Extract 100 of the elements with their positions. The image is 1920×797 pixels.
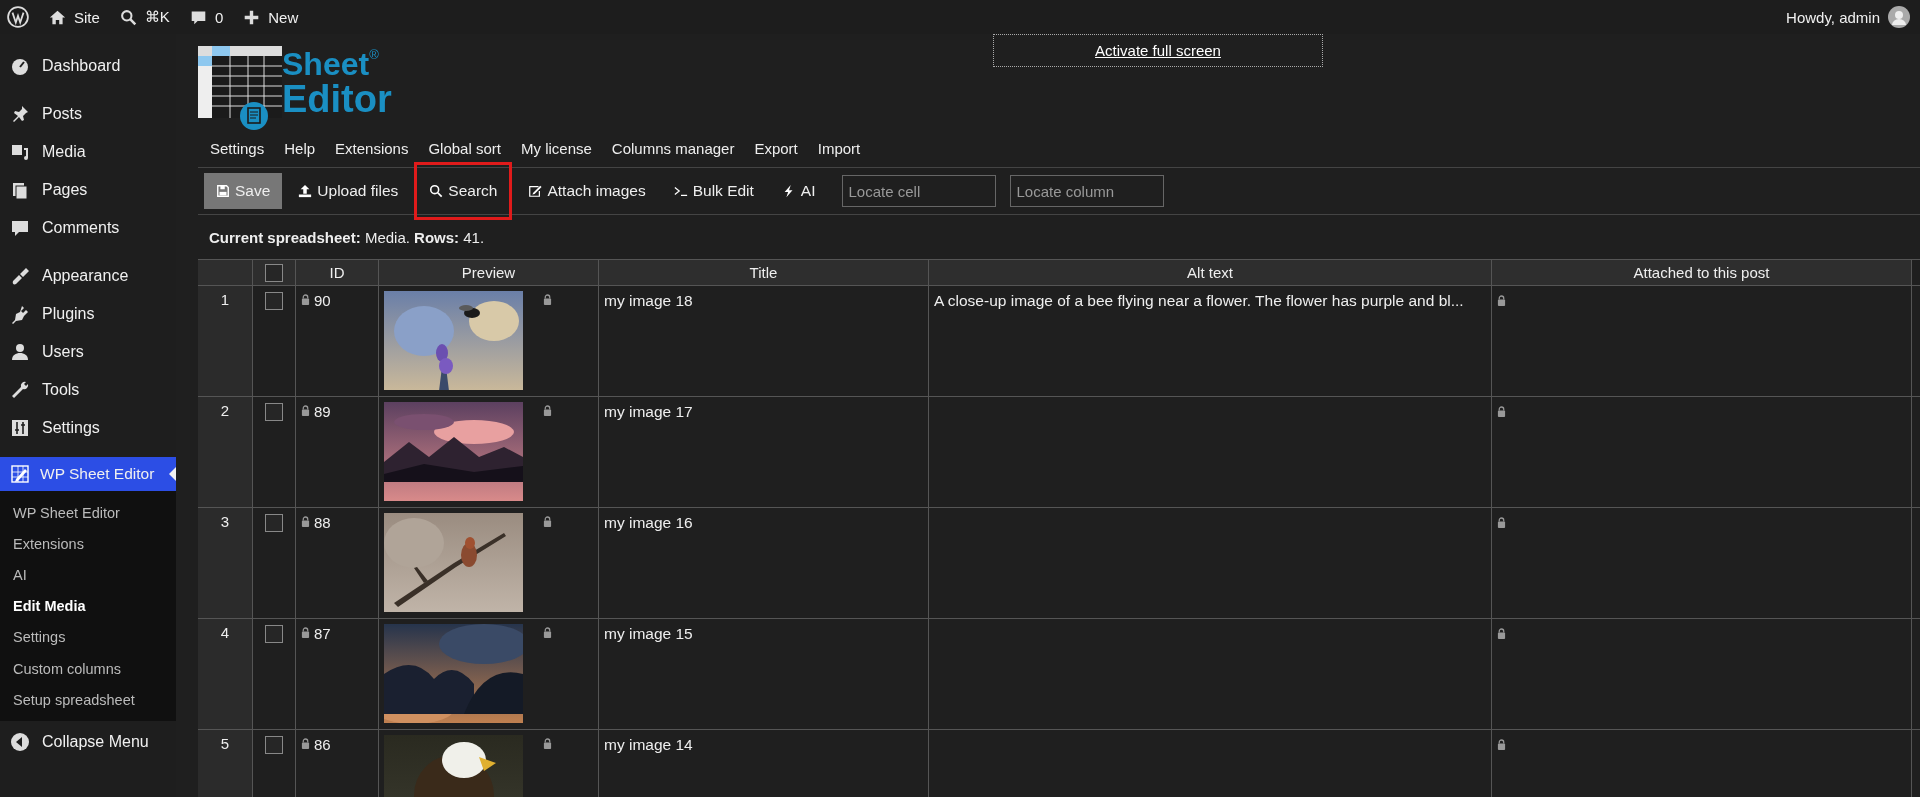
row-checkbox[interactable] — [265, 736, 283, 754]
search-icon — [119, 8, 137, 26]
menu-link[interactable]: Columns manager — [601, 140, 745, 157]
menu-link[interactable]: Import — [807, 140, 871, 157]
pages-icon — [10, 180, 30, 200]
input-field[interactable]: Locate column — [1009, 175, 1164, 207]
id-cell: 90 — [314, 292, 331, 309]
sidebar-item[interactable]: Users — [0, 333, 176, 371]
logo-text: Sheet$^{®}$ — [282, 48, 380, 80]
submenu-item[interactable]: WP Sheet Editor — [0, 497, 176, 529]
wordpress-logo-icon[interactable] — [7, 6, 29, 28]
lock-icon — [1497, 739, 1506, 750]
sidebar-item[interactable]: Settings — [0, 409, 176, 447]
lock-icon — [1497, 628, 1506, 639]
lock-icon — [1497, 517, 1506, 528]
row-checkbox[interactable] — [265, 403, 283, 421]
sliders-icon — [10, 418, 30, 438]
id-cell: 89 — [314, 403, 331, 420]
lock-icon — [543, 405, 552, 416]
home-icon — [49, 8, 66, 26]
title-cell: my image 15 — [599, 619, 929, 730]
comment-icon — [10, 218, 30, 238]
column-header[interactable]: ID — [296, 260, 379, 286]
collapse-menu-button[interactable]: Collapse Menu — [0, 723, 176, 762]
toolbar-button[interactable]: Upload files — [286, 173, 411, 209]
new-link[interactable]: New — [268, 8, 299, 26]
column-header[interactable]: Preview — [379, 260, 599, 286]
brush-icon — [10, 266, 30, 286]
lock-icon — [543, 627, 552, 638]
row-number: 4 — [198, 619, 253, 730]
comment-count[interactable]: 0 — [214, 8, 224, 26]
media-icon — [10, 142, 30, 162]
menu-link[interactable]: Extensions — [325, 140, 419, 157]
sidebar-item[interactable]: Tools — [0, 371, 176, 409]
title-cell: my image 14 — [599, 730, 929, 797]
sidebar-item[interactable]: WP Sheet Editor — [0, 457, 176, 491]
lock-icon — [543, 294, 552, 305]
sidebar-item[interactable]: Comments — [0, 209, 176, 247]
plus-icon — [243, 8, 261, 26]
menu-link[interactable]: Export — [744, 140, 808, 157]
submenu-item[interactable]: AI — [0, 559, 176, 591]
collapse-icon — [10, 732, 30, 753]
sidebar-item[interactable]: Media — [0, 133, 176, 171]
wrench-icon — [10, 380, 30, 400]
submenu-item[interactable]: Setup spreadsheet — [0, 684, 176, 716]
submenu-item[interactable]: Settings — [0, 621, 176, 653]
plug-icon — [10, 304, 30, 324]
id-cell: 88 — [314, 514, 331, 531]
fullscreen-button[interactable]: Activate full screen — [993, 34, 1323, 67]
user-icon — [10, 342, 30, 362]
toolbar-button[interactable]: Attach images — [516, 173, 658, 209]
avatar-icon[interactable] — [1888, 6, 1910, 28]
sidebar-item[interactable]: Pages — [0, 171, 176, 209]
search-shortcut[interactable]: ⌘K — [144, 8, 170, 26]
terminal-icon — [673, 184, 688, 198]
sidebar-item[interactable]: Dashboard — [0, 47, 176, 85]
submenu-item[interactable]: Extensions — [0, 528, 176, 560]
menu-link[interactable]: My license — [511, 140, 602, 157]
logo-text: Editor — [282, 80, 392, 118]
row-number: 3 — [198, 508, 253, 619]
menu-link[interactable]: Help — [274, 140, 326, 157]
input-field[interactable]: Locate cell — [841, 175, 996, 207]
column-header[interactable]: Attached to this post — [1492, 260, 1912, 286]
lock-icon — [543, 516, 552, 527]
toolbar-button[interactable]: Bulk Edit — [661, 173, 766, 209]
lock-icon — [1497, 406, 1506, 417]
toolbar-button[interactable]: AI — [769, 173, 828, 209]
column-header[interactable]: Alt text — [929, 260, 1492, 286]
toolbar-button[interactable]: Search — [414, 162, 513, 220]
row-checkbox[interactable] — [265, 292, 283, 310]
sidebar-item[interactable]: Appearance — [0, 257, 176, 295]
site-link[interactable]: Site — [74, 8, 100, 26]
title-cell: my image 17 — [599, 397, 929, 508]
row-checkbox[interactable] — [265, 625, 283, 643]
menu-link[interactable]: Settings — [200, 140, 275, 157]
sidebar-item[interactable]: Posts — [0, 95, 176, 133]
title-cell: my image 16 — [599, 508, 929, 619]
save-button[interactable]: Save — [204, 173, 283, 209]
id-cell: 86 — [314, 736, 331, 753]
row-number: 5 — [198, 730, 253, 797]
id-cell: 87 — [314, 625, 331, 642]
alt-text-cell: A close-up image of a bee flying near a flower. The flower has purple and bl... — [929, 286, 1492, 397]
menu-link[interactable]: Global sort — [418, 140, 511, 157]
sidebar-item[interactable]: Plugins — [0, 295, 176, 333]
edit-icon — [528, 184, 543, 198]
column-header[interactable]: Title — [599, 260, 929, 286]
title-cell: my image 18 — [599, 286, 929, 397]
greeting-link[interactable]: Howdy, admin — [1786, 8, 1880, 26]
lock-icon — [543, 738, 552, 749]
row-number: 1 — [198, 286, 253, 397]
submenu-item[interactable]: Edit Media — [0, 590, 176, 622]
select-all-checkbox[interactable] — [265, 263, 283, 282]
submenu-item[interactable]: Custom columns — [0, 652, 176, 685]
save-icon — [216, 184, 230, 198]
row-checkbox[interactable] — [265, 514, 283, 532]
row-number: 2 — [198, 397, 253, 508]
gauge-icon — [10, 56, 30, 76]
spreadsheet-icon — [10, 464, 30, 484]
search-icon — [429, 184, 444, 198]
upload-icon — [298, 184, 313, 198]
